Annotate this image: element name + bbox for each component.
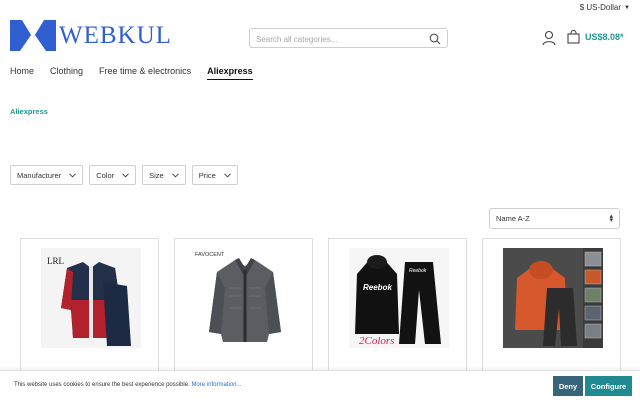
cart-total: US$8.08* — [585, 32, 624, 42]
product-image[interactable]: Reebok Reebok 2Colors — [349, 248, 449, 348]
logo[interactable]: WEBKUL — [10, 20, 172, 51]
overlay-text: 2Colors — [359, 335, 394, 347]
caret-down-icon: ▼ — [624, 4, 630, 11]
black-hoodie-tracksuit-image: Reebok Reebok 2Colors — [349, 248, 449, 348]
brand-label: LRL — [47, 256, 64, 266]
product-card[interactable]: Reebok Reebok 2Colors — [328, 238, 467, 378]
grey-knit-jacket-image: FAVOCENT — [195, 248, 295, 348]
filter-size[interactable]: Size — [142, 165, 186, 185]
nav-item-clothing[interactable]: Clothing — [50, 66, 83, 80]
brand-logo-text: Reebok — [409, 268, 427, 274]
sort-select[interactable]: Name A-Z ▴ ▾ — [489, 208, 620, 229]
configure-button[interactable]: Configure — [585, 376, 632, 396]
chevron-down-icon — [69, 172, 77, 178]
main-nav: Home Clothing Free time & electronics Al… — [10, 66, 269, 80]
filter-color[interactable]: Color — [89, 165, 137, 185]
logo-text: WEBKUL — [59, 22, 172, 49]
filter-manufacturer[interactable]: Manufacturer — [10, 165, 84, 185]
brand-label: FAVOCENT — [195, 252, 225, 258]
product-card[interactable]: LRL — [20, 238, 159, 378]
currency-selector[interactable]: $ US-Dollar ▼ — [580, 3, 630, 12]
top-bar: $ US-Dollar ▼ — [0, 0, 640, 16]
product-image[interactable]: FAVOCENT — [195, 248, 295, 348]
product-card[interactable]: FAVOCENT — [174, 238, 313, 378]
nav-item-home[interactable]: Home — [10, 66, 34, 80]
breadcrumb[interactable]: Aliexpress — [10, 107, 48, 116]
chevron-down-icon — [223, 172, 231, 178]
cart-button[interactable]: US$8.08* — [567, 30, 624, 44]
product-image[interactable]: LRL — [41, 248, 141, 348]
product-grid: LRL FAVOCENT Reebok Reebok 2Colors — [20, 238, 621, 378]
filter-label: Manufacturer — [17, 170, 62, 180]
filter-bar: Manufacturer Color Size Price — [10, 165, 238, 185]
filter-label: Size — [149, 170, 164, 180]
cookie-banner: This website uses cookies to ensure the … — [0, 370, 640, 400]
cookie-message: This website uses cookies to ensure the … — [14, 382, 241, 388]
chevron-down-icon — [171, 172, 179, 178]
deny-button[interactable]: Deny — [553, 376, 583, 396]
nav-item-free-time-electronics[interactable]: Free time & electronics — [99, 66, 191, 80]
product-image[interactable] — [503, 248, 603, 348]
filter-label: Price — [198, 170, 216, 180]
cookie-text: This website uses cookies to ensure the … — [14, 382, 190, 388]
sort-arrows-icon: ▴ ▾ — [609, 212, 613, 224]
red-black-tracksuit-image: LRL — [41, 248, 141, 348]
user-icon[interactable] — [542, 30, 556, 46]
product-card[interactable] — [482, 238, 621, 378]
header: WEBKUL US$8.08* — [0, 18, 640, 58]
search-box — [249, 28, 448, 49]
shopping-bag-icon — [567, 30, 580, 44]
chevron-down-icon — [122, 172, 129, 178]
orange-hoodie-tracksuit-image — [503, 248, 603, 348]
nav-item-aliexpress[interactable]: Aliexpress — [207, 66, 253, 80]
more-information-link[interactable]: More information... — [191, 382, 241, 388]
search-icon[interactable] — [429, 33, 441, 45]
webkul-logo-icon — [10, 20, 56, 51]
currency-label: $ US-Dollar — [579, 3, 622, 12]
filter-price[interactable]: Price — [191, 165, 238, 185]
search-input[interactable] — [250, 30, 420, 49]
brand-logo-text: Reebok — [363, 283, 392, 292]
filter-label: Color — [96, 170, 115, 180]
sort-value: Name A-Z — [496, 214, 530, 223]
